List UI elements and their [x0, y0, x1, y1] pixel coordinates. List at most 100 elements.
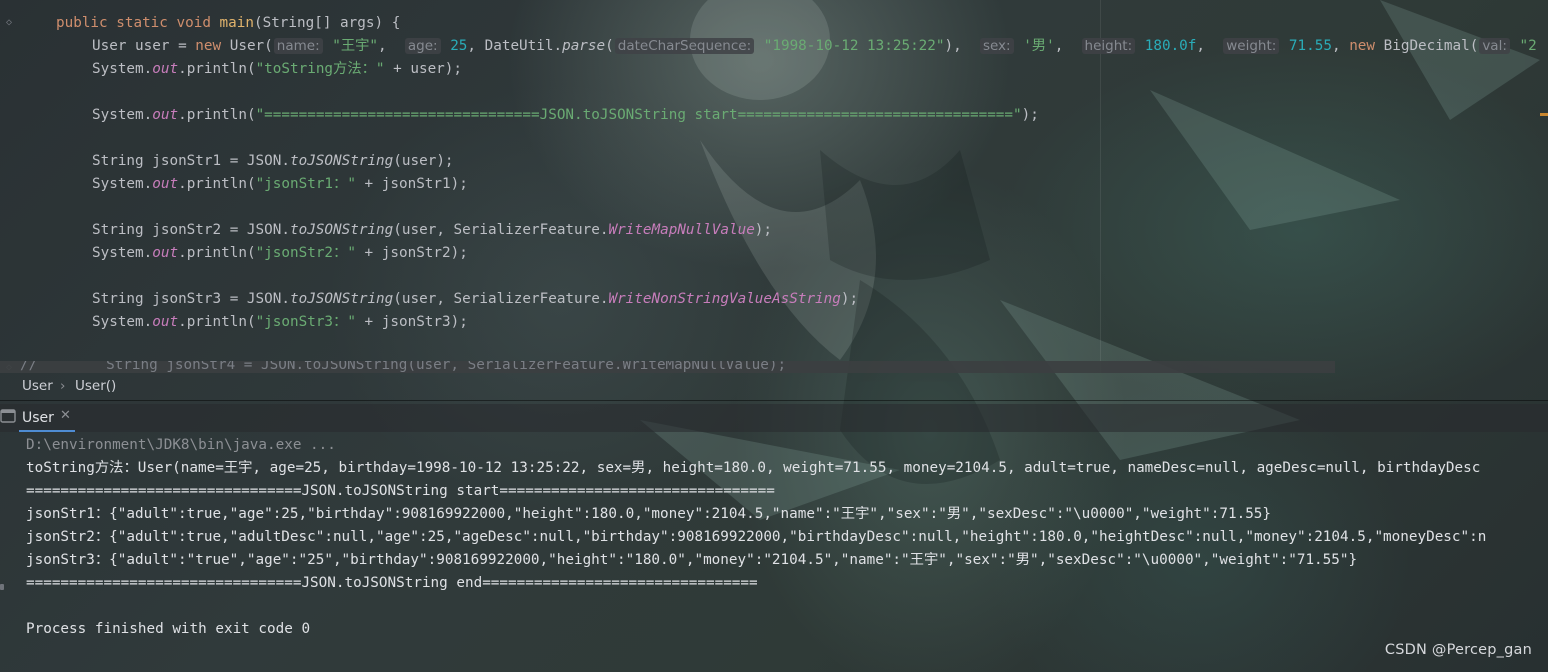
breadcrumb-separator: ›: [60, 378, 66, 394]
console-scroll-marker[interactable]: [0, 584, 4, 590]
code-line: public static void main(String[] args) {: [56, 12, 400, 34]
console-output[interactable]: D:\environment\JDK8\bin\java.exe ... toSt…: [0, 434, 1548, 672]
code-token: ,: [1196, 38, 1223, 54]
code-token: toJSONString: [289, 291, 394, 307]
console-line: ================================JSON.toJ…: [26, 575, 758, 591]
code-token: out: [152, 245, 179, 261]
code-line: System.out.println("jsonStr2：" + jsonStr…: [92, 242, 468, 264]
code-token: + jsonStr1);: [355, 176, 468, 192]
code-token: );: [1021, 107, 1039, 123]
breadcrumb: User › User(): [0, 375, 1548, 399]
code-token: .println(: [178, 107, 256, 123]
code-token: System.: [92, 176, 153, 192]
watermark: CSDN @Percep_gan: [1384, 642, 1532, 658]
code-token: System.: [92, 314, 153, 330]
parameter-hint: val:: [1479, 38, 1510, 54]
code-token: ,: [1054, 38, 1081, 54]
code-token: "jsonStr2：": [255, 245, 356, 261]
code-token: "toString方法：": [255, 61, 385, 77]
code-token: );: [754, 222, 773, 238]
console-line: Process finished with exit code 0: [26, 621, 311, 637]
code-token: String jsonStr3 = JSON.: [92, 291, 290, 307]
code-token: new: [195, 38, 230, 54]
code-token: String jsonStr1 = JSON.: [92, 153, 290, 169]
code-token: );: [840, 291, 859, 307]
code-token: + user);: [384, 61, 462, 77]
code-token: 180.0f: [1144, 38, 1197, 54]
console-line: toString方法：User(name=王宇, age=25, birthda…: [26, 460, 1481, 476]
code-line: User user = new User(name: "王宇", age: 25…: [92, 35, 1537, 57]
scrollbar-warning-marker[interactable]: [1540, 113, 1548, 116]
code-token: "jsonStr1：": [255, 176, 356, 192]
code-token: (String[] args) {: [253, 15, 401, 31]
console-line: jsonStr2：{"adult":true,"adultDesc":null,…: [26, 529, 1487, 545]
close-icon[interactable]: ✕: [60, 408, 71, 423]
code-token: ,: [378, 38, 404, 54]
code-token: "王宇": [332, 38, 379, 54]
console-command-line: D:\environment\JDK8\bin\java.exe ...: [26, 437, 336, 453]
run-tool-window-header: User ✕: [0, 404, 1548, 432]
code-token: System.: [92, 245, 153, 261]
tab-run-user[interactable]: User: [22, 410, 54, 426]
console-line: ================================JSON.toJ…: [26, 483, 775, 499]
code-token: out: [152, 61, 179, 77]
code-token: 25: [450, 38, 468, 54]
code-token: User(: [229, 38, 273, 54]
code-token: .println(: [178, 61, 256, 77]
code-token: out: [152, 107, 179, 123]
code-token: ,: [1331, 38, 1350, 54]
code-token: String jsonStr2 = JSON.: [92, 222, 290, 238]
code-token: System.: [92, 61, 153, 77]
parameter-hint: age:: [404, 38, 441, 54]
comment-text: // String jsonStr4 = JSON.toJSONString(u…: [20, 361, 787, 373]
code-token: + jsonStr3);: [355, 314, 468, 330]
panel-divider[interactable]: [0, 400, 1548, 401]
code-line: String jsonStr2 = JSON.toJSONString(user…: [92, 219, 772, 241]
fold-arrow-icon[interactable]: ◇: [6, 18, 16, 28]
code-line: System.out.println("jsonStr1：" + jsonStr…: [92, 173, 468, 195]
code-token: .println(: [178, 314, 256, 330]
commented-code-line: // String jsonStr4 = JSON.toJSONString(u…: [0, 361, 1335, 373]
parameter-hint: weight:: [1223, 38, 1280, 54]
parameter-hint: height:: [1081, 38, 1136, 54]
code-token: System.: [92, 107, 153, 123]
code-editor[interactable]: ◇ ◇ public static void main(String[] arg…: [0, 0, 1548, 373]
code-token: "jsonStr3：": [255, 314, 356, 330]
breadcrumb-class[interactable]: User: [22, 378, 53, 394]
code-line: System.out.println("====================…: [92, 104, 1039, 126]
code-token: (user, SerializerFeature.: [393, 291, 609, 307]
code-token: BigDecimal(: [1383, 38, 1479, 54]
console-line: jsonStr3：{"adult":"true","age":"25","bir…: [26, 552, 1358, 568]
code-line: String jsonStr3 = JSON.toJSONString(user…: [92, 288, 858, 310]
code-token: "================================JSON.to…: [255, 107, 1022, 123]
code-line: System.out.println("toString方法：" + user)…: [92, 58, 462, 80]
code-token: , DateUtil.: [467, 38, 563, 54]
code-token: WriteMapNullValue: [608, 222, 755, 238]
code-token: out: [152, 314, 179, 330]
code-token: "1998-10-12 13:25:22": [763, 38, 945, 54]
console-line: jsonStr1：{"adult":true,"age":25,"birthda…: [26, 506, 1272, 522]
code-token: toJSONString: [289, 153, 394, 169]
code-token: (user);: [393, 153, 454, 169]
code-token: + jsonStr2);: [355, 245, 468, 261]
code-token: public static void: [56, 15, 220, 31]
code-token: main: [219, 15, 254, 31]
breadcrumb-method[interactable]: User(): [75, 378, 116, 394]
code-token: .println(: [178, 176, 256, 192]
code-token: 71.55: [1288, 38, 1332, 54]
code-token: new: [1349, 38, 1384, 54]
parameter-hint: sex:: [979, 38, 1014, 54]
code-token: '男': [1023, 38, 1055, 54]
parameter-hint: name:: [273, 38, 323, 54]
code-line: String jsonStr1 = JSON.toJSONString(user…: [92, 150, 454, 172]
console-side-toolbar: [0, 434, 6, 672]
parameter-hint: dateCharSequence:: [614, 38, 755, 54]
code-line: System.out.println("jsonStr3：" + jsonStr…: [92, 311, 468, 333]
code-token: User user =: [92, 38, 196, 54]
code-token: WriteNonStringValueAsString: [608, 291, 841, 307]
code-token: parse: [562, 38, 606, 54]
